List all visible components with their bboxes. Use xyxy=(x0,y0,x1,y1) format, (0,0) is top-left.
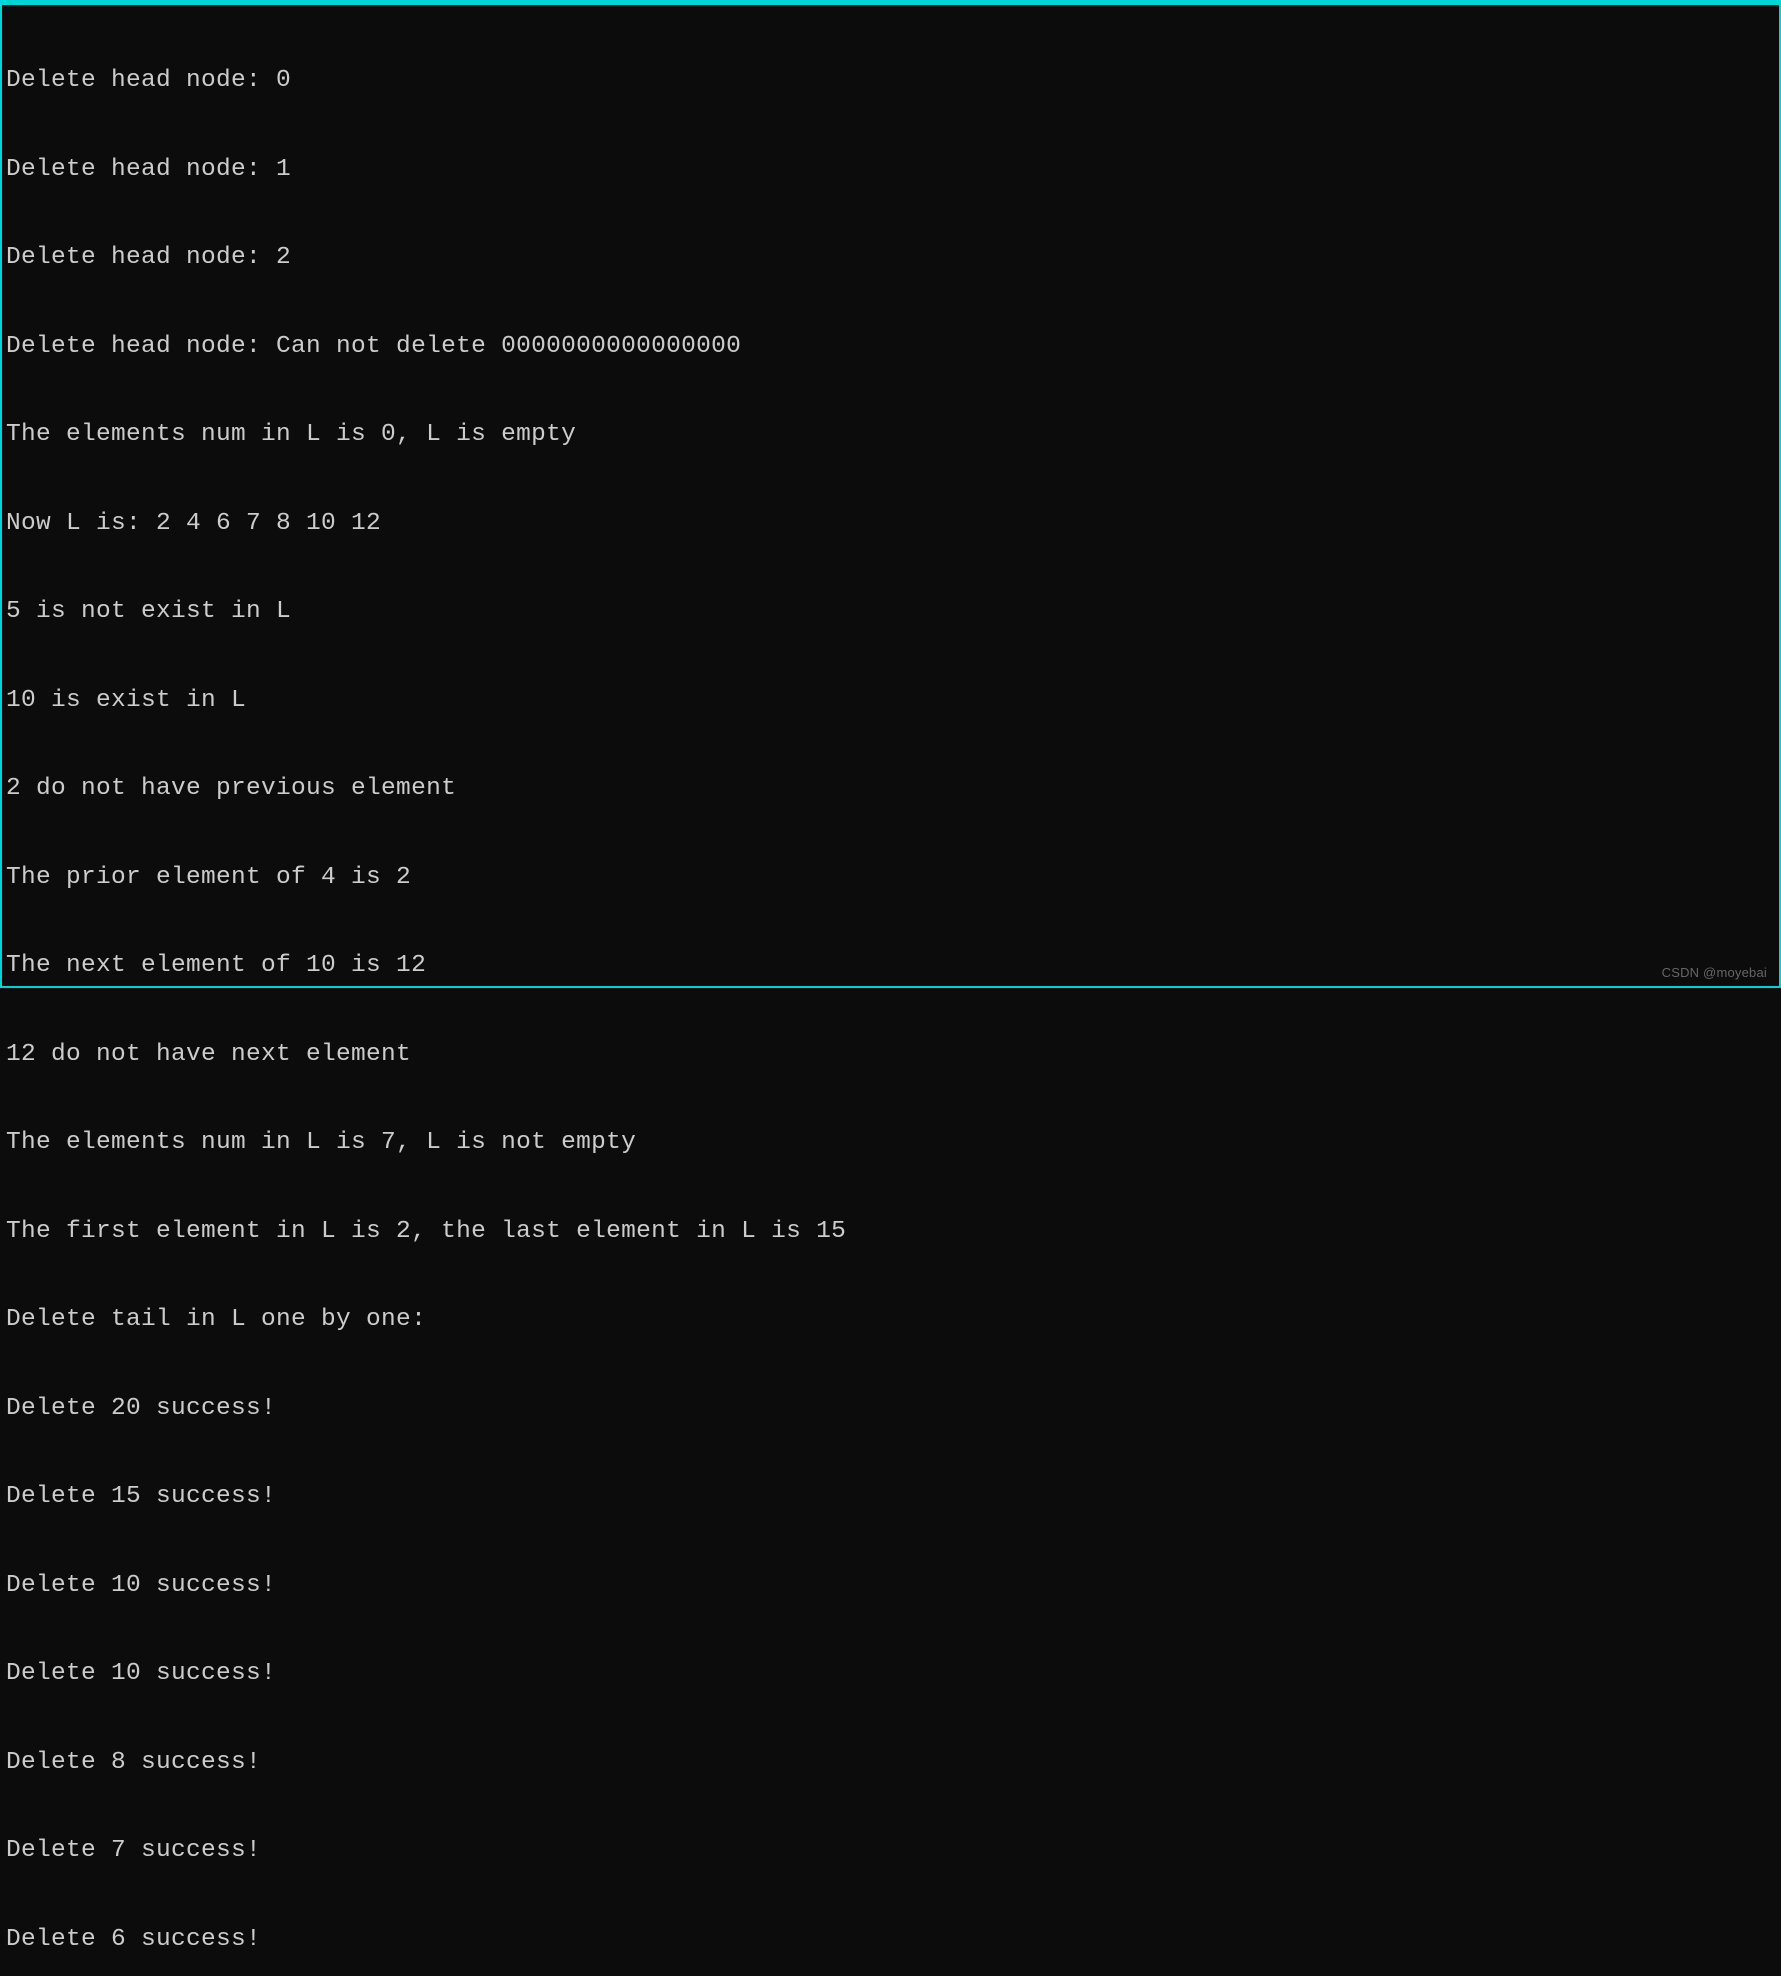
output-line: Delete 10 success! xyxy=(6,1571,1775,1601)
output-line: Delete 15 success! xyxy=(6,1482,1775,1512)
watermark-text: CSDN @moyebai xyxy=(1662,965,1767,980)
output-line: Delete head node: Can not delete 0000000… xyxy=(6,332,1775,362)
output-line: Delete 20 success! xyxy=(6,1394,1775,1424)
output-line: The elements num in L is 0, L is empty xyxy=(6,420,1775,450)
output-line: Delete 10 success! xyxy=(6,1659,1775,1689)
output-line: Delete 6 success! xyxy=(6,1925,1775,1955)
output-line: 2 do not have previous element xyxy=(6,774,1775,804)
output-line: Delete head node: 0 xyxy=(6,66,1775,96)
output-line: 12 do not have next element xyxy=(6,1040,1775,1070)
terminal-output: Delete head node: 0 Delete head node: 1 … xyxy=(2,5,1779,1976)
output-line: Delete 7 success! xyxy=(6,1836,1775,1866)
output-line: Now L is: 2 4 6 7 8 10 12 xyxy=(6,509,1775,539)
output-line: Delete 8 success! xyxy=(6,1748,1775,1778)
output-line: 10 is exist in L xyxy=(6,686,1775,716)
output-line: The prior element of 4 is 2 xyxy=(6,863,1775,893)
output-line: 5 is not exist in L xyxy=(6,597,1775,627)
terminal-window[interactable]: Delete head node: 0 Delete head node: 1 … xyxy=(0,0,1781,988)
output-line: Delete head node: 2 xyxy=(6,243,1775,273)
output-line: The next element of 10 is 12 xyxy=(6,951,1775,981)
output-line: Delete head node: 1 xyxy=(6,155,1775,185)
output-line: Delete tail in L one by one: xyxy=(6,1305,1775,1335)
output-line: The first element in L is 2, the last el… xyxy=(6,1217,1775,1247)
output-line: The elements num in L is 7, L is not emp… xyxy=(6,1128,1775,1158)
